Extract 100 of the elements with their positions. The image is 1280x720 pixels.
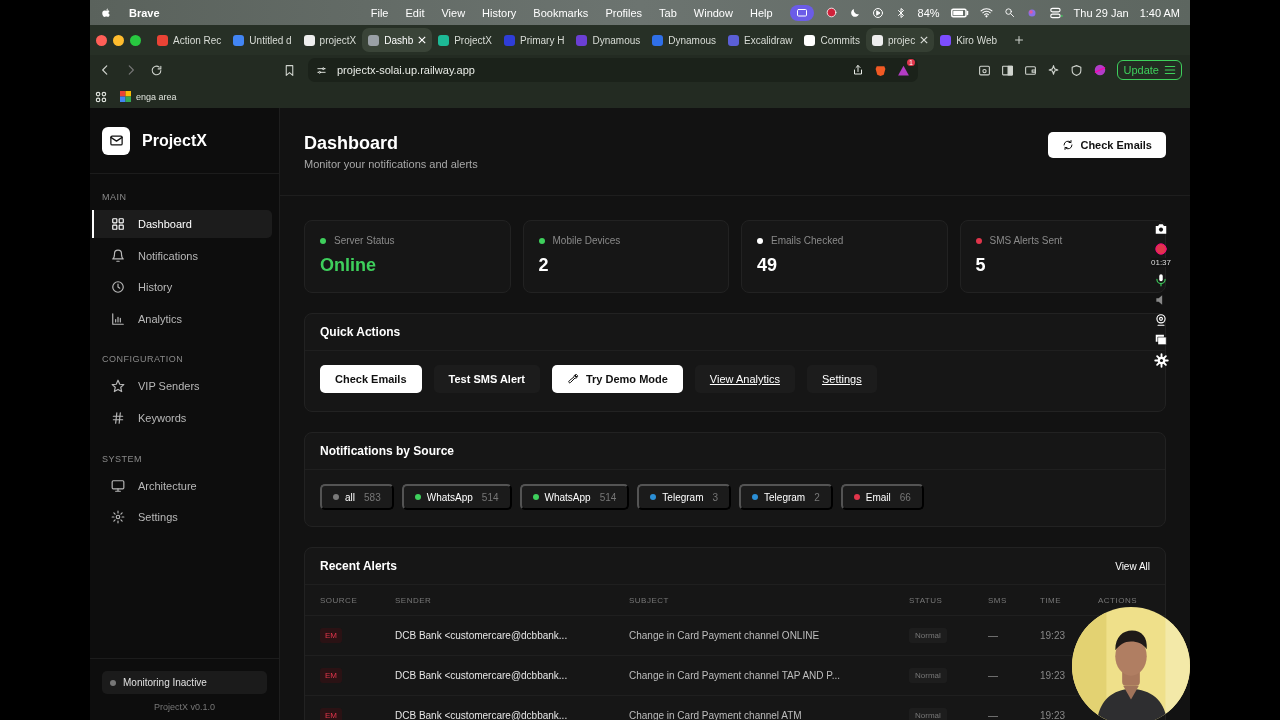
browser-tab[interactable]: Primary H <box>498 28 571 52</box>
play-icon <box>871 6 884 19</box>
menu-item[interactable]: Help <box>749 6 773 19</box>
hash-icon <box>111 410 125 425</box>
sidebar-item[interactable]: History <box>92 273 272 302</box>
bookmark-icon <box>283 63 296 77</box>
sidebar-item[interactable]: Analytics <box>92 304 272 333</box>
check-emails-button[interactable]: Check Emails <box>1048 131 1166 158</box>
source-filter-chip[interactable]: WhatsApp 514 <box>519 484 630 510</box>
sidebar-item[interactable]: Keywords <box>92 403 272 432</box>
bookmark[interactable]: enga area <box>120 91 177 102</box>
maximize-window-button[interactable] <box>130 34 141 46</box>
menu-item[interactable]: Profiles <box>605 6 643 19</box>
status-tag: Normal <box>909 628 947 643</box>
triangle-icon <box>897 63 910 77</box>
action-button[interactable]: Check Emails <box>320 365 422 393</box>
site-icon <box>504 34 515 46</box>
stat-label: SMS Alerts Sent <box>989 235 1063 246</box>
site-icon <box>871 34 883 46</box>
status-tag: Normal <box>909 668 947 683</box>
source-filter-chip[interactable]: Telegram 2 <box>739 484 833 510</box>
table-cell-text: DCB Bank <customercare@dcbbank... <box>395 630 569 641</box>
table-cell-text: DCB Bank <customercare@dcbbank... <box>395 670 569 681</box>
screen-share-icon[interactable] <box>789 4 814 21</box>
sidebar-item[interactable]: VIP Senders <box>92 372 272 401</box>
table-cell-text: Change in Card Payment channel ONLINE <box>629 630 821 641</box>
source-tag: EM <box>320 628 342 643</box>
browser-tab[interactable]: Kiro Web <box>934 28 1004 52</box>
stat-label: Server Status <box>334 235 395 246</box>
browser-tab[interactable]: Dashb <box>362 28 433 52</box>
source-tag: EM <box>320 668 342 683</box>
stat-label: Mobile Devices <box>552 235 621 246</box>
app-menu[interactable]: Brave <box>129 6 354 19</box>
browser-tab[interactable]: Action Rec <box>151 28 228 52</box>
shield-icon <box>1069 63 1083 77</box>
record-icon <box>1154 242 1168 256</box>
menu-item[interactable]: Window <box>693 6 733 19</box>
card-title: Quick Actions <box>320 325 401 339</box>
sidebar-item[interactable]: Dashboard <box>92 210 272 238</box>
table-cell-text: — <box>988 630 999 641</box>
refresh-icon <box>1062 138 1075 151</box>
section-heading: SYSTEM <box>101 453 143 464</box>
source-filter-chip[interactable]: Email 66 <box>840 484 924 510</box>
browser-tab[interactable]: Excalidraw <box>722 28 799 52</box>
monitor-icon <box>111 478 125 493</box>
menu-item[interactable]: History <box>482 6 517 19</box>
link-button[interactable]: View Analytics <box>694 365 795 393</box>
site-icon <box>804 34 816 46</box>
settings-icon <box>111 510 125 525</box>
grid-icon <box>111 217 125 231</box>
menu-item[interactable]: Edit <box>405 6 425 19</box>
action-button[interactable]: Try Demo Mode <box>551 365 683 393</box>
minimize-window-button[interactable] <box>113 34 124 46</box>
browser-tab[interactable]: Dynamous <box>570 28 647 52</box>
recording-time: 01:37 <box>1151 258 1171 267</box>
menu-item[interactable]: Bookmarks <box>533 6 589 19</box>
version-label: ProjectX v0.1.0 <box>154 702 215 712</box>
menu-item[interactable]: Tab <box>659 6 677 19</box>
sidebar-item[interactable]: Notifications <box>92 241 272 270</box>
column-header: ACTIONS <box>1098 595 1139 605</box>
action-button[interactable]: Test SMS Alert <box>433 365 540 393</box>
site-icon <box>940 34 952 46</box>
stat-value: 2 <box>538 255 550 276</box>
source-filter-chip[interactable]: Telegram 3 <box>637 484 732 510</box>
battery-level: 84% <box>917 6 940 19</box>
page-subtitle: Monitor your notifications and alerts <box>304 158 478 170</box>
table-cell-text: Change in Card Payment channel TAP AND P... <box>629 670 842 681</box>
source-filter-chip[interactable]: WhatsApp 514 <box>401 484 512 510</box>
status-dot <box>110 679 116 686</box>
view-all-link[interactable]: View All <box>1115 560 1150 572</box>
browser-tab[interactable]: Commits <box>798 28 866 52</box>
clock-icon <box>111 280 125 295</box>
source-filter-chip[interactable]: all 583 <box>320 484 394 510</box>
wrench-icon <box>566 373 579 385</box>
page-title: Dashboard <box>304 133 400 154</box>
update-button[interactable]: Update <box>1116 60 1182 80</box>
browser-tab[interactable]: projec <box>865 28 935 52</box>
monitoring-status[interactable]: Monitoring Inactive <box>102 671 267 694</box>
close-window-button[interactable] <box>96 34 107 46</box>
sidebar-item[interactable]: Architecture <box>92 471 272 500</box>
site-icon <box>303 34 315 46</box>
menu-bar-time: 1:40 AM <box>1139 6 1180 19</box>
table-cell-text: 19:23 <box>1040 630 1067 641</box>
bar-chart-icon <box>111 311 125 326</box>
browser-tab[interactable]: Dynamous <box>646 28 723 52</box>
link-button[interactable]: Settings <box>806 365 877 393</box>
site-icon <box>728 34 740 46</box>
site-icon <box>576 34 588 46</box>
menu-item[interactable]: File <box>370 6 389 19</box>
close-icon[interactable] <box>920 36 929 44</box>
microphone-icon <box>1154 273 1168 287</box>
menu-item[interactable]: View <box>441 6 466 19</box>
browser-tab[interactable]: projectX <box>297 28 363 52</box>
browser-tab[interactable]: Untitled d <box>227 28 298 52</box>
table-cell-text: — <box>988 670 999 681</box>
sidebar-item[interactable]: Settings <box>92 503 272 532</box>
section-heading: MAIN <box>101 192 128 202</box>
menu-icon <box>1163 63 1177 77</box>
search-icon <box>1003 7 1015 18</box>
browser-tab[interactable]: ProjectX <box>432 28 498 52</box>
